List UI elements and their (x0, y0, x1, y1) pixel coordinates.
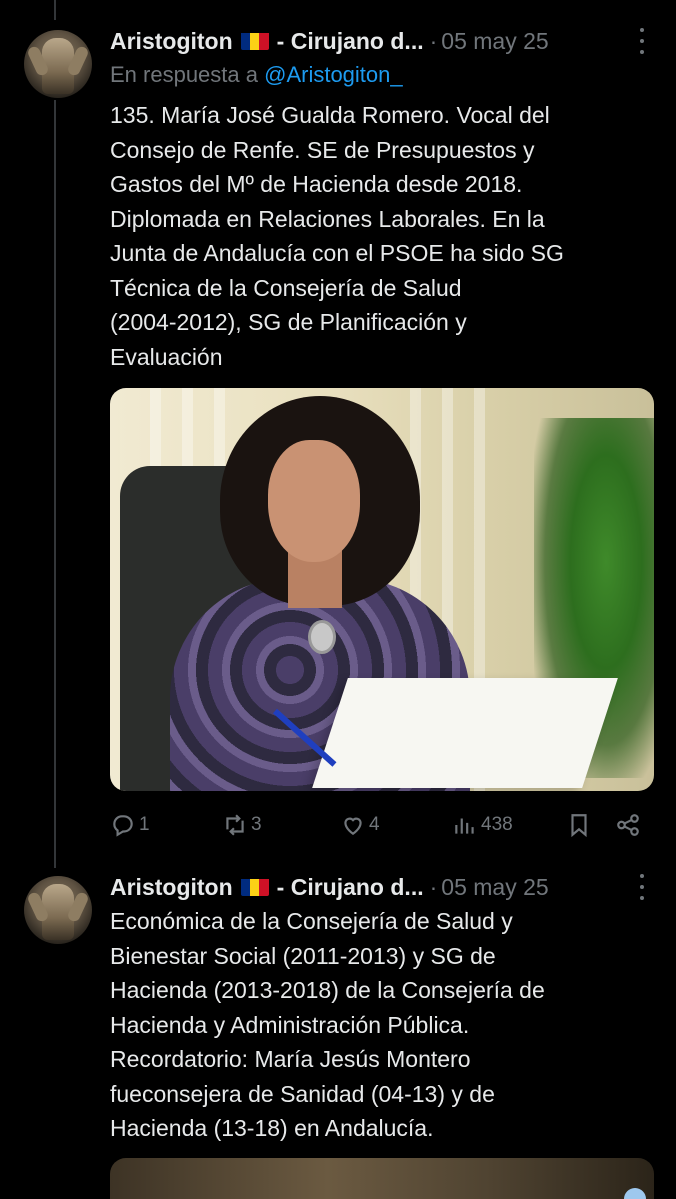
reply-button[interactable]: 1 (110, 810, 150, 840)
like-count: 4 (369, 814, 380, 835)
separator: · (429, 873, 438, 900)
romania-flag-icon (240, 877, 269, 896)
share-button[interactable] (615, 810, 641, 840)
reply-context: En respuesta a @Aristogiton_ (110, 62, 403, 88)
more-icon[interactable] (632, 874, 652, 900)
tweet-1[interactable]: Aristogiton - Cirujano d... · 05 may 25 … (0, 0, 676, 868)
reply-count: 1 (139, 814, 150, 835)
romania-flag-icon (240, 31, 269, 50)
tweet-text: Económica de la Consejería de Salud y Bi… (110, 908, 545, 1141)
separator: · (429, 27, 438, 54)
views-button[interactable]: 438 (452, 810, 513, 840)
tweet-text: 135. María José Gualda Romero. Vocal del… (110, 102, 564, 370)
tweet-image[interactable] (110, 388, 654, 791)
retweet-count: 3 (251, 814, 262, 835)
author-suffix[interactable]: - Cirujano d... (277, 874, 424, 901)
bookmark-button[interactable] (566, 810, 592, 840)
tweet-2[interactable]: Aristogiton - Cirujano d... · 05 may 25 … (0, 868, 676, 1199)
like-button[interactable]: 4 (340, 810, 380, 840)
author-suffix[interactable]: - Cirujano d... (277, 28, 424, 55)
bookmark-icon (571, 814, 587, 838)
retweet-icon (226, 814, 244, 836)
share-icon (617, 814, 639, 836)
reply-icon (113, 815, 133, 837)
tweet-date[interactable]: 05 may 25 (441, 28, 548, 55)
heart-icon (344, 817, 362, 835)
views-icon (455, 818, 474, 834)
tweet-date[interactable]: 05 may 25 (441, 874, 548, 901)
avatar[interactable] (24, 876, 92, 944)
avatar[interactable] (24, 30, 92, 98)
reply-prefix: En respuesta a (110, 62, 258, 87)
tweet-image-partial[interactable] (110, 1158, 654, 1199)
author-name[interactable]: Aristogiton (110, 874, 233, 901)
action-bar: 1 3 4 438 (110, 810, 645, 840)
author-name[interactable]: Aristogiton (110, 28, 233, 55)
retweet-button[interactable]: 3 (222, 810, 262, 840)
reply-handle-link[interactable]: @Aristogiton_ (264, 62, 403, 87)
views-count: 438 (481, 814, 513, 835)
tweet-header: Aristogiton - Cirujano d... · 05 may 25 (110, 870, 652, 904)
tweet-header: Aristogiton - Cirujano d... · 05 may 25 (110, 24, 652, 58)
more-icon[interactable] (632, 28, 652, 54)
